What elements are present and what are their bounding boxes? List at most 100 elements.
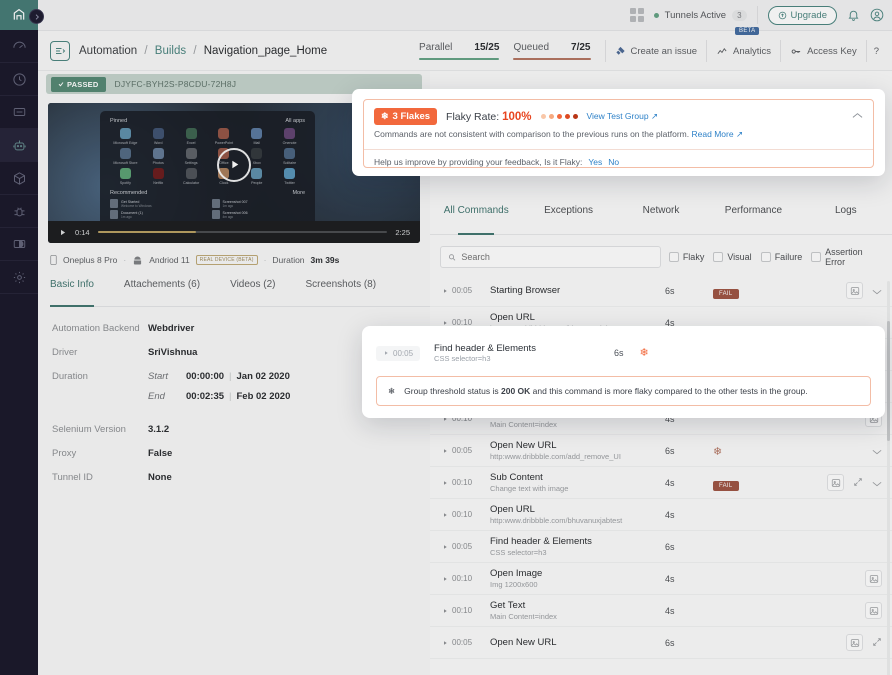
flaky-feedback-row: Help us improve by providing your feedba… <box>364 149 873 167</box>
screenshot-icon[interactable] <box>827 474 844 491</box>
checkbox-box[interactable] <box>713 252 724 262</box>
left-tab-videos-2[interactable]: Videos (2) <box>230 279 275 306</box>
flaky-banner-popup[interactable]: ❄ 3 Flakes Flaky Rate: 100% View Test Gr… <box>352 89 885 176</box>
device-name: Oneplus 8 Pro <box>63 255 118 265</box>
snowflake-icon: ❄ <box>639 346 649 359</box>
upgrade-button[interactable]: Upgrade <box>767 5 837 25</box>
file-text: Get Started Welcome to Windows <box>121 199 152 208</box>
play-icon[interactable] <box>217 147 251 182</box>
create-issue-button[interactable]: Create an issue <box>604 40 707 62</box>
expand-icon[interactable] <box>872 634 882 652</box>
screenshot-icon[interactable] <box>846 634 863 651</box>
sidebar-item-card[interactable] <box>0 96 38 129</box>
checkbox-box[interactable] <box>668 252 679 262</box>
sidebar-collapse-icon[interactable] <box>29 9 44 24</box>
left-tab-screenshots-8[interactable]: Screenshots (8) <box>305 279 376 306</box>
expand-icon[interactable] <box>853 474 863 492</box>
command-row[interactable]: 00:05 Open New URL http:www.dribbble.com/a… <box>430 435 892 467</box>
filter-checkbox-flaky[interactable]: Flaky <box>668 247 704 267</box>
command-row[interactable]: 00:05 Starting Browser 6s FAIL <box>430 275 892 307</box>
search-box[interactable] <box>440 246 661 268</box>
file-icon <box>110 199 118 208</box>
group-threshold-popup[interactable]: 00:05 Find header & Elements CSS selecto… <box>362 326 885 418</box>
threshold-note-status: 200 OK <box>501 386 531 396</box>
chevron-down-icon[interactable] <box>872 474 882 492</box>
breadcrumb-root[interactable]: Automation <box>79 45 137 57</box>
command-timestamp[interactable]: 00:05 <box>442 286 490 295</box>
chevron-up-icon[interactable] <box>852 111 863 122</box>
sidebar-item-robot[interactable] <box>0 129 38 162</box>
panel-toggle-icon[interactable] <box>50 40 70 61</box>
screenshot-icon[interactable] <box>865 570 882 587</box>
feedback-yes-button[interactable]: Yes <box>588 157 602 167</box>
sidebar-item-settings[interactable] <box>0 261 38 294</box>
filter-checkbox-failure[interactable]: Failure <box>760 247 802 267</box>
breadcrumb-link-builds[interactable]: Builds <box>155 45 186 57</box>
checkbox-box[interactable] <box>760 252 771 262</box>
video-seek-bar[interactable] <box>97 231 388 233</box>
app-root: Tunnels Active 3 Upgrade Automation / Bu… <box>0 0 892 675</box>
command-row[interactable]: 00:10Open ImageImg 1200x6004s <box>430 563 892 595</box>
command-timestamp[interactable]: 00:10 <box>442 606 490 615</box>
right-tab-exceptions[interactable]: Exceptions <box>522 205 614 234</box>
filter-checkbox-assertion-error[interactable]: Assertion Error <box>811 247 884 267</box>
right-tab-logs[interactable]: Logs <box>800 205 892 234</box>
info-key: Automation Backend <box>52 323 140 334</box>
start-menu-app: Mail <box>241 128 272 145</box>
chevron-down-icon[interactable] <box>872 442 882 460</box>
bell-icon[interactable] <box>847 9 860 22</box>
command-timestamp[interactable]: 00:05 <box>442 542 490 551</box>
screenshot-icon[interactable] <box>865 602 882 619</box>
right-tab-network[interactable]: Network <box>615 205 707 234</box>
view-test-group-link[interactable]: View Test Group ↗ <box>587 111 659 122</box>
command-row[interactable]: 00:05 Find header & ElementsCSS selector=… <box>430 531 892 563</box>
command-timestamp[interactable]: 00:10 <box>442 510 490 519</box>
command-timestamp[interactable]: 00:10 <box>442 478 490 487</box>
help-button[interactable]: ? <box>865 40 886 62</box>
app-icon <box>185 148 197 159</box>
flaky-trend-dot <box>564 114 570 119</box>
screenshot-icon[interactable] <box>846 282 863 299</box>
avatar-icon[interactable] <box>870 8 884 22</box>
command-duration: 6s <box>665 445 675 456</box>
threshold-command-row[interactable]: 00:05 Find header & Elements CSS selecto… <box>376 335 871 371</box>
scrollbar-thumb[interactable] <box>887 321 890 441</box>
sidebar-item-bug[interactable] <box>0 195 38 228</box>
start-menu-app: Microsoft Edge <box>110 128 141 145</box>
threshold-note-text: Group threshold status is 200 OK and thi… <box>404 386 808 396</box>
command-timestamp[interactable]: 00:10 <box>442 574 490 583</box>
search-input[interactable] <box>461 252 653 262</box>
command-timestamp[interactable]: 00:05 <box>442 446 490 455</box>
command-timestamp[interactable]: 00:05 <box>442 638 490 647</box>
right-tab-all-commands[interactable]: All Commands <box>430 205 522 235</box>
sidebar-item-clock[interactable] <box>0 63 38 96</box>
access-key-button[interactable]: Access Key <box>780 40 866 62</box>
right-tab-performance[interactable]: Performance <box>707 205 799 234</box>
command-subtitle: Main Content=index <box>490 419 557 429</box>
command-subtitle: CSS selector=h3 <box>490 547 547 557</box>
start-menu-file: Get Started Welcome to Windows <box>110 199 204 208</box>
chevron-down-icon[interactable] <box>872 282 882 300</box>
left-tab-basic-info[interactable]: Basic Info <box>50 279 94 307</box>
duration-start-date: Jan 02 2020 <box>236 371 290 382</box>
filter-checkbox-visual[interactable]: Visual <box>713 247 752 267</box>
analytics-button[interactable]: BETA Analytics <box>706 27 780 62</box>
sidebar-item-contrast[interactable] <box>0 228 38 261</box>
command-title: Open New URL <box>490 439 557 451</box>
feedback-no-button[interactable]: No <box>608 157 619 167</box>
tunnels-active-status[interactable]: Tunnels Active 3 <box>653 6 758 24</box>
command-row[interactable]: 00:10Get TextMain Content=index4s <box>430 595 892 627</box>
snowflake-icon: ❄ <box>381 111 389 121</box>
left-tab-attachements-6[interactable]: Attachements (6) <box>124 279 200 306</box>
sidebar-item-speedometer[interactable] <box>0 30 38 63</box>
threshold-timestamp[interactable]: 00:05 <box>376 345 421 361</box>
command-row[interactable]: 00:10 Sub Content Change text with image 4s… <box>430 467 892 499</box>
command-row[interactable]: 00:05 Open New URL 6s <box>430 627 892 659</box>
sidebar-item-package[interactable] <box>0 162 38 195</box>
grid-icon[interactable] <box>629 8 644 22</box>
command-row[interactable]: 00:10 Open URLhttp:www.dribbble.com/bhuva… <box>430 499 892 531</box>
parallel-underline <box>419 58 500 60</box>
read-more-link[interactable]: Read More ↗ <box>692 129 744 139</box>
play-small-icon[interactable] <box>58 228 67 237</box>
checkbox-box[interactable] <box>811 252 822 262</box>
